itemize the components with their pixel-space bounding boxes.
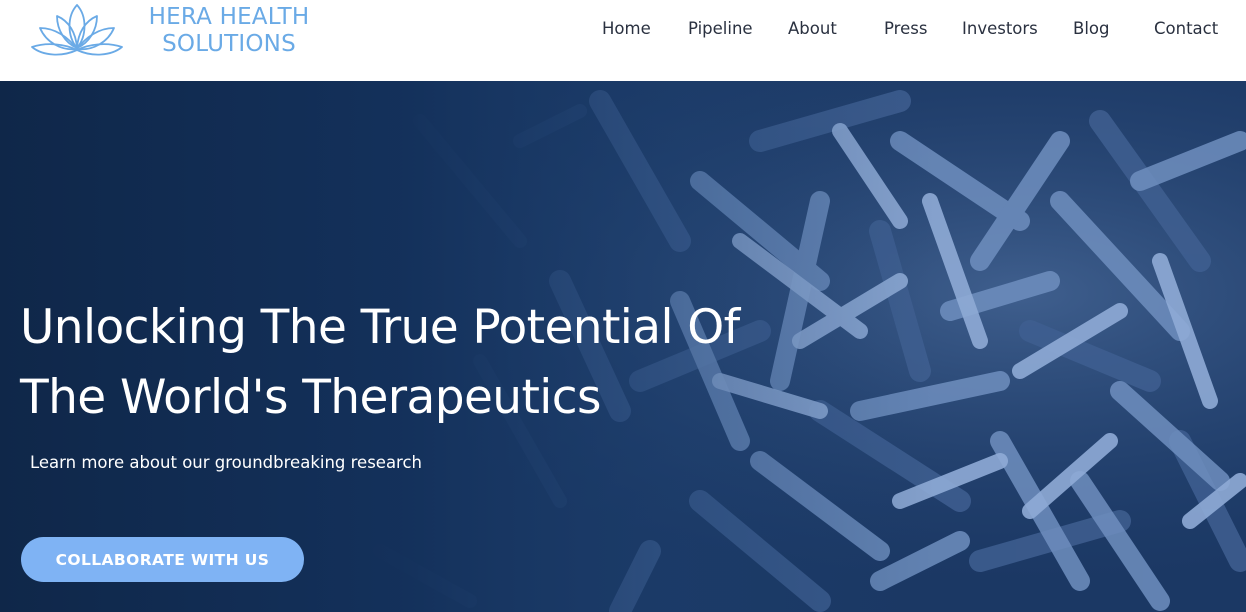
nav-item-contact[interactable]: Contact [1154,18,1218,40]
nav-item-investors[interactable]: Investors [962,18,1038,40]
nav-item-blog[interactable]: Blog [1073,18,1109,40]
page: HERA HEALTH SOLUTIONS Home Pipeline Abou… [0,0,1246,612]
collaborate-button[interactable]: COLLABORATE WITH US [21,537,304,582]
main-nav: Home Pipeline About Press Investors Blog… [0,18,1246,42]
nav-item-pipeline[interactable]: Pipeline [688,18,753,40]
hero-headline-line2: The World's Therapeutics [20,370,601,425]
hero-subheadline: Learn more about our groundbreaking rese… [30,453,423,472]
hero-headline: Unlocking The True Potential Of The Worl… [20,293,800,433]
nav-item-home[interactable]: Home [602,18,651,40]
hero-section: Unlocking The True Potential Of The Worl… [0,81,1246,612]
nav-item-about[interactable]: About [788,18,837,40]
hero-headline-line1: Unlocking The True Potential Of [20,300,740,355]
site-header: HERA HEALTH SOLUTIONS Home Pipeline Abou… [0,0,1246,81]
nav-item-press[interactable]: Press [884,18,927,40]
